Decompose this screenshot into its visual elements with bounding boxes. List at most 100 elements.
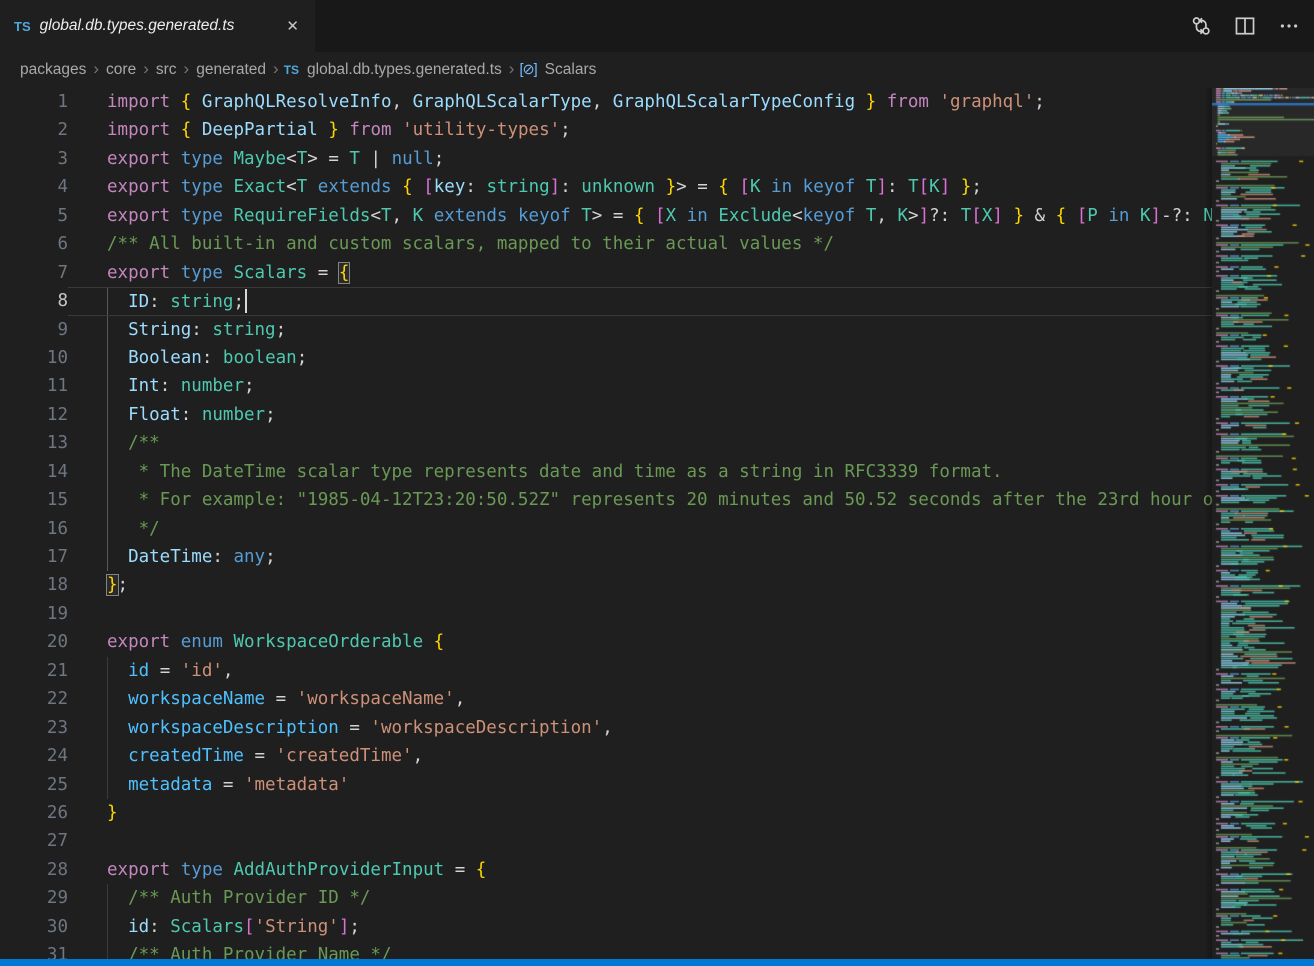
code-line[interactable]: 26}: [0, 799, 1212, 827]
breadcrumb-item-core[interactable]: core: [104, 60, 138, 80]
code-text: workspaceName = 'workspaceName',: [68, 685, 1212, 713]
code-text: workspaceDescription = 'workspaceDescrip…: [68, 714, 1212, 742]
code-text: }: [68, 799, 1212, 827]
line-number: 15: [0, 486, 68, 514]
code-line[interactable]: 19: [0, 600, 1212, 628]
code-text: export type AddAuthProviderInput = {: [68, 856, 1212, 884]
code-line[interactable]: 24 createdTime = 'createdTime',: [0, 742, 1212, 770]
code-line[interactable]: 14 * The DateTime scalar type represents…: [0, 458, 1212, 486]
code-line[interactable]: 21 id = 'id',: [0, 657, 1212, 685]
code-line[interactable]: 30 id: Scalars['String'];: [0, 913, 1212, 941]
breadcrumb-item-generated[interactable]: generated: [194, 60, 268, 80]
code-line[interactable]: 12 Float: number;: [0, 401, 1212, 429]
code-text: import { GraphQLResolveInfo, GraphQLScal…: [68, 88, 1212, 116]
code-line[interactable]: 1import { GraphQLResolveInfo, GraphQLSca…: [0, 88, 1212, 116]
line-number: 7: [0, 259, 68, 287]
code-text: String: string;: [68, 316, 1212, 344]
chevron-right-icon: ›: [509, 59, 515, 79]
split-editor-icon[interactable]: [1230, 11, 1260, 41]
indent-guide: [107, 685, 108, 713]
line-number: 3: [0, 145, 68, 173]
code-line[interactable]: 28export type AddAuthProviderInput = {: [0, 856, 1212, 884]
line-number: 1: [0, 88, 68, 116]
breadcrumb-item-src[interactable]: src: [154, 60, 179, 80]
code-line[interactable]: 22 workspaceName = 'workspaceName',: [0, 685, 1212, 713]
breadcrumb-item-scalars[interactable]: Scalars: [543, 60, 599, 80]
tab-bar: TS global.db.types.generated.ts ✕: [0, 0, 1314, 52]
code-line[interactable]: 3export type Maybe<T> = T | null;: [0, 145, 1212, 173]
code-text: /**: [68, 429, 1212, 457]
code-text: * The DateTime scalar type represents da…: [68, 458, 1212, 486]
indent-guide: [107, 515, 108, 543]
code-line[interactable]: 9 String: string;: [0, 316, 1212, 344]
indent-guide: [107, 372, 108, 400]
line-number: 13: [0, 429, 68, 457]
indent-guide: [107, 458, 108, 486]
code-line[interactable]: 6/** All built-in and custom scalars, ma…: [0, 230, 1212, 258]
indent-guide: [107, 429, 108, 457]
code-text: /** Auth Provider ID */: [68, 884, 1212, 912]
editor-actions: [1186, 0, 1304, 52]
indent-guide: [107, 714, 108, 742]
code-line[interactable]: 17 DateTime: any;: [0, 543, 1212, 571]
code-text: /** Auth Provider Name */: [68, 941, 1212, 959]
code-line[interactable]: 31 /** Auth Provider Name */: [0, 941, 1212, 959]
chevron-right-icon: ›: [184, 59, 190, 79]
text-cursor: [245, 289, 247, 313]
line-number: 10: [0, 344, 68, 372]
code-line[interactable]: 27: [0, 827, 1212, 855]
code-line[interactable]: 15 * For example: "1985-04-12T23:20:50.5…: [0, 486, 1212, 514]
code-text: export type Exact<T extends { [key: stri…: [68, 173, 1212, 201]
code-text: id = 'id',: [68, 657, 1212, 685]
line-number: 16: [0, 515, 68, 543]
indent-guide: [107, 657, 108, 685]
code-line[interactable]: 13 /**: [0, 429, 1212, 457]
indent-guide: [107, 316, 108, 344]
chevron-right-icon: ›: [93, 59, 99, 79]
code-text: * For example: "1985-04-12T23:20:50.52Z"…: [68, 486, 1212, 514]
line-number: 29: [0, 884, 68, 912]
minimap[interactable]: [1212, 88, 1314, 959]
code-line[interactable]: 4export type Exact<T extends { [key: str…: [0, 173, 1212, 201]
line-number: 14: [0, 458, 68, 486]
breadcrumb: packages › core › src › generated › TS g…: [0, 52, 1314, 88]
code-line[interactable]: 8 ID: string;: [0, 287, 1212, 315]
breadcrumb-item-filename[interactable]: global.db.types.generated.ts: [305, 60, 504, 80]
code-line[interactable]: 23 workspaceDescription = 'workspaceDesc…: [0, 714, 1212, 742]
code-line[interactable]: 10 Boolean: boolean;: [0, 344, 1212, 372]
indent-guide: [107, 742, 108, 770]
tab-global-db-types[interactable]: TS global.db.types.generated.ts ✕: [0, 0, 315, 52]
line-number: 20: [0, 628, 68, 656]
code-editor[interactable]: 1import { GraphQLResolveInfo, GraphQLSca…: [0, 88, 1314, 959]
line-number: 22: [0, 685, 68, 713]
code-text: */: [68, 515, 1212, 543]
line-number: 24: [0, 742, 68, 770]
code-line[interactable]: 20export enum WorkspaceOrderable {: [0, 628, 1212, 656]
line-number: 6: [0, 230, 68, 258]
code-lines[interactable]: 1import { GraphQLResolveInfo, GraphQLSca…: [0, 88, 1212, 959]
code-line[interactable]: 16 */: [0, 515, 1212, 543]
breadcrumb-item-packages[interactable]: packages: [18, 60, 88, 80]
code-text: /** All built-in and custom scalars, map…: [68, 230, 1212, 258]
more-actions-icon[interactable]: [1274, 11, 1304, 41]
line-number: 23: [0, 714, 68, 742]
line-number: 8: [0, 287, 68, 315]
code-line[interactable]: 7export type Scalars = {: [0, 259, 1212, 287]
line-number: 2: [0, 116, 68, 144]
line-number: 26: [0, 799, 68, 827]
code-line[interactable]: 2import { DeepPartial } from 'utility-ty…: [0, 116, 1212, 144]
code-text: export type Maybe<T> = T | null;: [68, 145, 1212, 173]
compare-changes-icon[interactable]: [1186, 11, 1216, 41]
line-number: 18: [0, 571, 68, 599]
code-text: };: [68, 571, 1212, 599]
code-line[interactable]: 11 Int: number;: [0, 372, 1212, 400]
indent-guide: [107, 771, 108, 799]
symbol-type-icon: [⊘]: [519, 62, 536, 78]
code-line[interactable]: 5export type RequireFields<T, K extends …: [0, 202, 1212, 230]
indent-guide: [107, 941, 108, 959]
code-line[interactable]: 18};: [0, 571, 1212, 599]
close-tab-icon[interactable]: ✕: [282, 15, 303, 37]
code-line[interactable]: 25 metadata = 'metadata': [0, 771, 1212, 799]
indent-guide: [107, 913, 108, 941]
code-line[interactable]: 29 /** Auth Provider ID */: [0, 884, 1212, 912]
